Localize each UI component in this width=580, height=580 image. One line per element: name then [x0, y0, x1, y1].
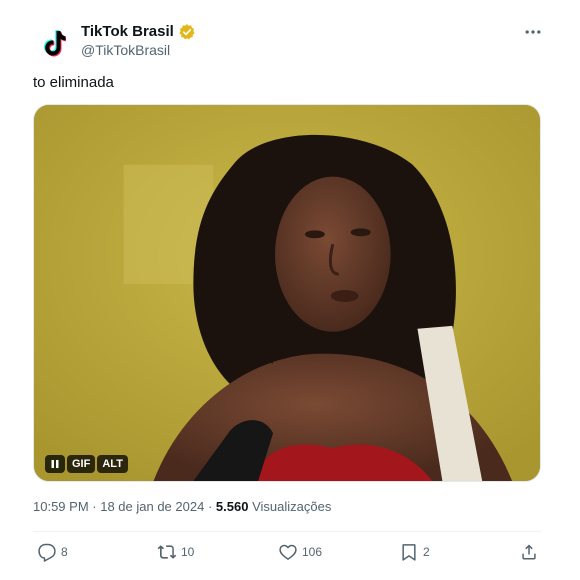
- tweet-text: to eliminada: [33, 74, 114, 91]
- bookmark-icon: [402, 544, 416, 561]
- views-label: Visualizações: [252, 499, 332, 514]
- tweet-time[interactable]: 10:59 PM: [33, 499, 89, 514]
- pause-button[interactable]: [45, 455, 65, 473]
- author-display-name[interactable]: TikTok Brasil: [81, 23, 174, 41]
- heart-icon: [279, 544, 297, 560]
- tweet-card: TikTok Brasil @TikTokBrasil to eliminada: [0, 0, 580, 580]
- tweet-gif-media[interactable]: GIF ALT: [33, 104, 541, 482]
- reply-count: 8: [61, 545, 68, 559]
- tiktok-logo-icon: [44, 30, 66, 57]
- share-button[interactable]: [519, 541, 539, 563]
- meta-separator: ·: [88, 499, 101, 514]
- more-horizontal-icon: [525, 30, 541, 34]
- share-icon: [522, 544, 536, 560]
- reply-button[interactable]: 8: [37, 541, 68, 563]
- bookmark-button[interactable]: 2: [399, 541, 430, 563]
- reply-icon: [38, 543, 56, 562]
- alt-text-button[interactable]: ALT: [97, 455, 128, 473]
- gif-badge: GIF: [67, 455, 96, 473]
- bookmark-count: 2: [423, 545, 430, 559]
- more-options-button[interactable]: [520, 22, 546, 42]
- verified-gold-badge-icon[interactable]: [178, 23, 196, 41]
- divider: [33, 531, 541, 532]
- views-count: 5.560: [215, 499, 249, 514]
- retweet-count: 10: [181, 545, 195, 559]
- retweet-icon: [157, 545, 177, 559]
- tweet-date[interactable]: 18 de jan de 2024: [100, 499, 204, 514]
- like-count: 106: [302, 545, 323, 559]
- author-avatar[interactable]: [33, 23, 73, 63]
- meta-separator: ·: [204, 499, 216, 514]
- author-handle[interactable]: @TikTokBrasil: [81, 41, 170, 59]
- gif-frame-image: [34, 105, 540, 481]
- pause-icon: [51, 460, 59, 468]
- author-name-row: TikTok Brasil: [81, 23, 196, 41]
- retweet-button[interactable]: 10: [157, 541, 194, 563]
- like-button[interactable]: 106: [278, 541, 322, 563]
- gif-controls: GIF ALT: [45, 455, 128, 473]
- tweet-meta: 10:59 PM · 18 de jan de 2024 · 5.560 Vis…: [33, 498, 331, 516]
